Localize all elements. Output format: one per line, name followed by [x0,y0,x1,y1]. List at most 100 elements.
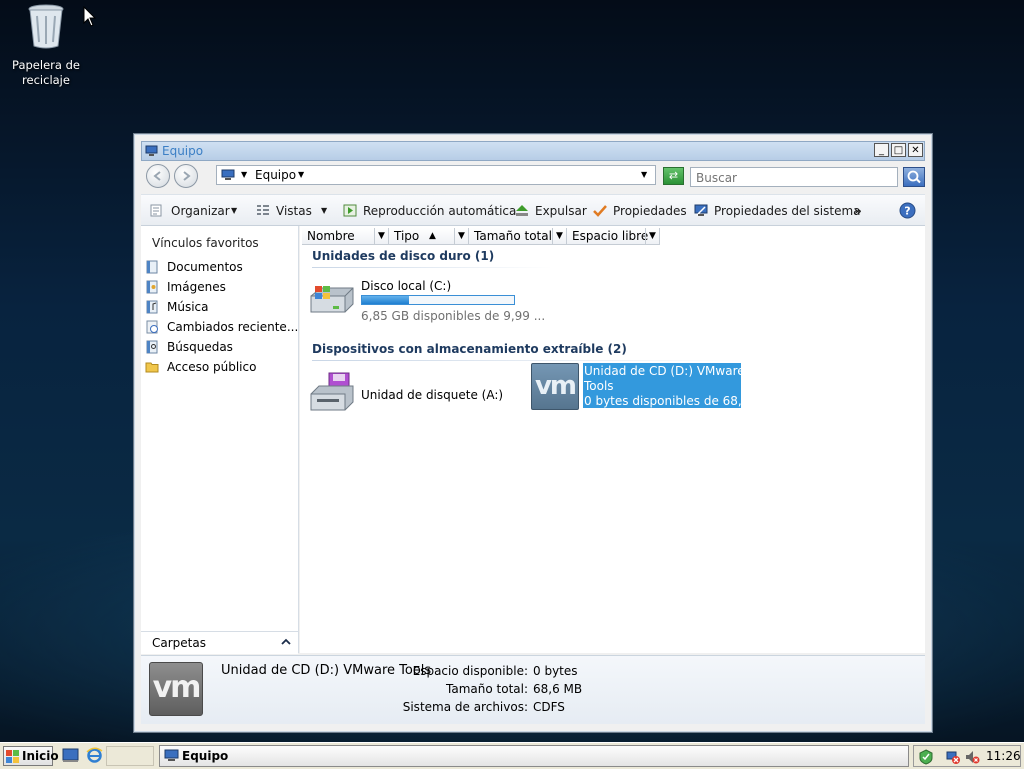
window-title: Equipo [162,144,204,158]
computer-icon [145,145,158,156]
column-type-dropdown-icon[interactable]: ▼ [454,228,468,244]
system-properties-icon [694,204,708,216]
drive-item-a[interactable]: Unidad de disquete (A:) [305,368,525,418]
drive-c-usage-fill [362,296,410,304]
computer-icon [221,169,235,180]
drive-c-free-space: 6,85 GB disponibles de 9,99 ... [361,309,546,323]
group-header-removable[interactable]: Dispositivos con almacenamiento extraíbl… [312,342,627,356]
breadcrumb-dropdown-icon[interactable]: ▼ [298,170,304,179]
volume-muted-icon[interactable] [964,749,980,765]
vmware-logo-text: vm [534,371,577,401]
taskbar: Inicio Equipo 11:26 [0,742,1024,769]
close-button[interactable]: ✕ [908,143,923,157]
back-arrow-icon [153,171,161,181]
clock[interactable]: 11:26 [986,749,1021,763]
refresh-button[interactable]: ⇄ [663,167,684,185]
nav-item-searches[interactable]: Búsquedas [141,338,297,357]
drive-d-free-space: 0 bytes disponibles de 68,6 ... [584,394,765,408]
show-desktop-icon[interactable] [62,748,79,763]
nav-item-music[interactable]: Música [141,298,297,317]
column-free-space-label: Espacio libre [572,229,649,243]
forward-arrow-icon [183,171,191,181]
more-commands-button[interactable]: » [854,204,862,218]
address-history-dropdown-icon[interactable]: ▼ [641,170,647,179]
folders-toggle[interactable]: Carpetas [141,631,298,654]
drive-item-d[interactable]: vm Unidad de CD (D:) VMware Tools 0 byte… [529,361,765,411]
hard-drive-icon [310,286,354,313]
nav-item-label: Imágenes [167,280,226,294]
taskbar-button-equipo[interactable]: Equipo [159,745,909,767]
documents-icon [146,260,158,274]
views-dropdown-icon[interactable]: ▼ [321,206,327,215]
recent-changes-icon [146,320,158,334]
views-button[interactable]: Vistas [276,204,312,218]
breadcrumb-location[interactable]: Equipo [255,168,296,182]
back-button[interactable] [146,164,170,188]
svg-text:?: ? [904,205,910,218]
floppy-drive-icon [310,372,354,411]
organize-button[interactable]: Organizar [171,204,230,218]
eject-button[interactable]: Expulsar [535,204,587,218]
nav-item-label: Documentos [167,260,243,274]
pictures-icon [146,280,158,294]
nav-item-label: Búsquedas [167,340,233,354]
column-total-size-dropdown-icon[interactable]: ▼ [552,228,566,244]
nav-item-pictures[interactable]: Imágenes [141,278,297,297]
column-free-space-dropdown-icon[interactable]: ▼ [645,228,659,244]
nav-item-label: Acceso público [167,360,257,374]
organize-dropdown-icon[interactable]: ▼ [231,206,237,215]
group-header-hard-disks[interactable]: Unidades de disco duro (1) [312,249,494,263]
title-bar[interactable]: Equipo _ □ ✕ [141,141,925,161]
details-free-label: Espacio disponible: [412,664,528,678]
network-disconnected-icon[interactable] [945,749,961,765]
details-size-label: Tamaño total: [446,682,528,696]
search-button[interactable] [903,167,925,187]
nav-item-recently-changed[interactable]: Cambiados reciente... [141,318,298,337]
breadcrumb-chevron-icon[interactable]: ▼ [241,170,247,179]
drive-c-usage-bar [361,295,515,305]
chevron-up-icon [281,638,291,645]
group-divider [312,267,552,268]
address-row: ▼ Equipo ▼ ▼ ⇄ [141,161,925,191]
folder-icon [145,362,159,373]
vmware-logo-icon: vm [149,662,203,716]
search-icon [907,170,921,184]
nav-item-label: Música [167,300,209,314]
vmware-logo-text: vm [152,670,202,705]
start-button[interactable]: Inicio [3,746,59,766]
details-size-value: 68,6 MB [533,682,583,696]
command-bar: Organizar ▼ Vistas ▼ Reproducción automá… [141,194,925,226]
drive-a-name: Unidad de disquete (A:) [361,388,504,402]
forward-button[interactable] [174,164,198,188]
drive-c-name: Disco local (C:) [361,279,452,293]
drive-d-name-line1: Unidad de CD (D:) VMware [584,364,745,378]
column-name-label: Nombre [307,229,355,243]
internet-explorer-icon[interactable] [86,747,103,764]
properties-button[interactable]: Propiedades [613,204,687,218]
music-icon [146,300,158,314]
column-header-type[interactable]: Tipo ▲ ▼ [389,228,469,245]
search-input[interactable] [694,169,894,187]
column-header-total-size[interactable]: Tamaño total ▼ [469,228,567,245]
quick-launch-area [106,746,154,766]
column-name-dropdown-icon[interactable]: ▼ [374,228,388,244]
column-type-label: Tipo [394,229,420,243]
details-fs-value: CDFS [533,700,565,714]
minimize-button[interactable]: _ [874,143,889,157]
security-shield-icon[interactable] [918,749,934,765]
address-bar[interactable]: ▼ Equipo ▼ ▼ [216,165,656,185]
search-box[interactable] [690,167,898,187]
system-properties-button[interactable]: Propiedades del sistema [714,204,861,218]
nav-item-public[interactable]: Acceso público [141,358,297,377]
mouse-cursor-icon [83,6,97,27]
recycle-bin-shortcut[interactable]: Papelera de reciclaje [8,2,84,88]
column-header-name[interactable]: Nombre ▼ [302,228,389,245]
folders-label: Carpetas [152,636,206,650]
autoplay-button[interactable]: Reproducción automática [363,204,516,218]
drive-item-c[interactable]: Disco local (C:) 6,85 GB disponibles de … [305,274,545,324]
file-list: Nombre ▼ Tipo ▲ ▼ Tamaño total ▼ Espacio… [300,226,925,653]
help-icon[interactable]: ? [899,202,916,219]
column-header-free-space[interactable]: Espacio libre ▼ [567,228,660,245]
maximize-button[interactable]: □ [891,143,906,157]
nav-item-documents[interactable]: Documentos [141,258,297,277]
